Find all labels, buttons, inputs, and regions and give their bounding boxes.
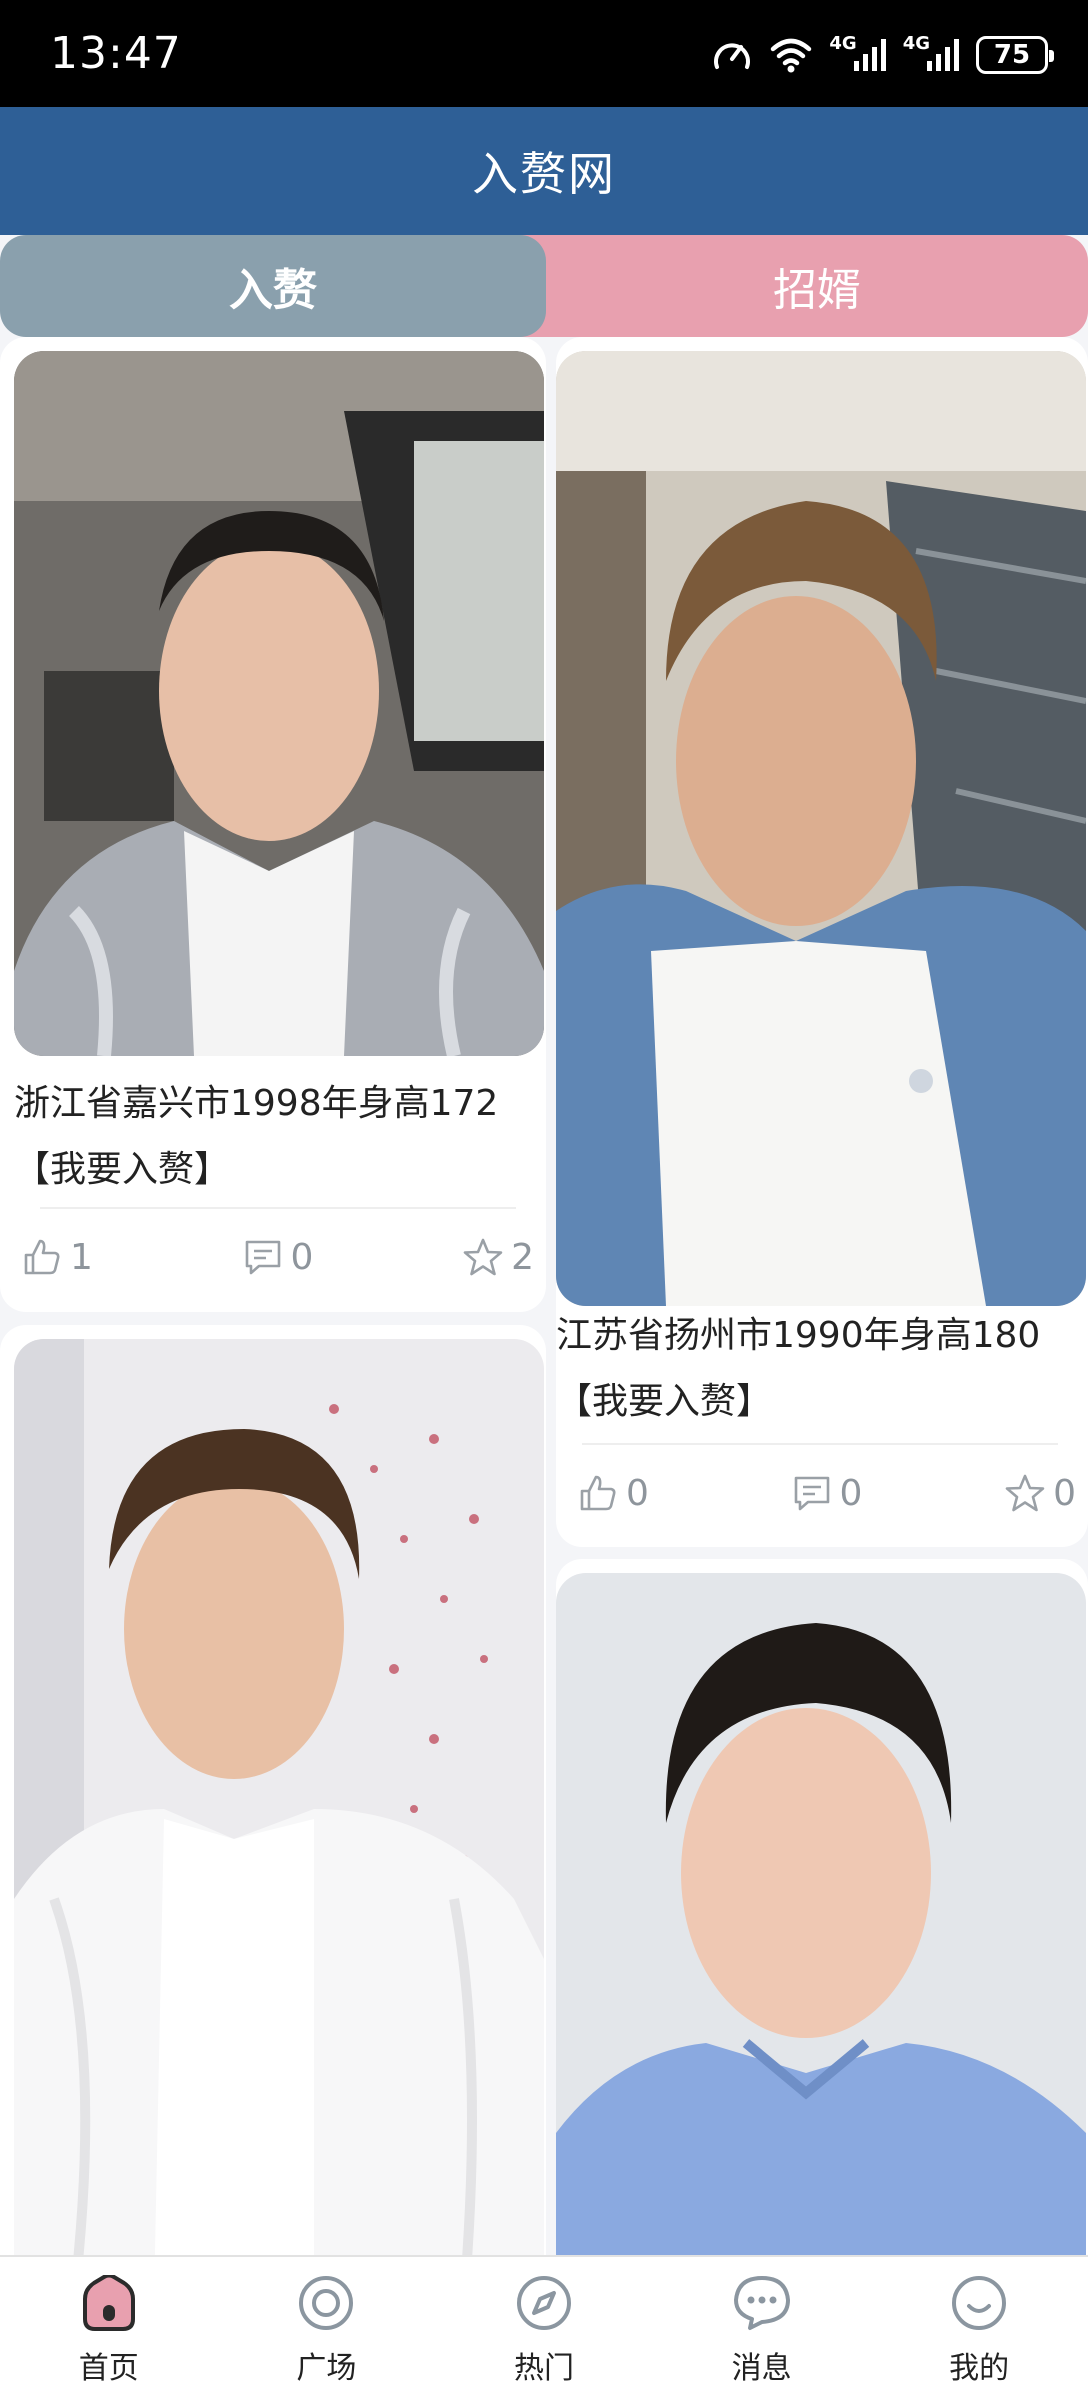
comment-count: 0 xyxy=(290,1236,314,1278)
profile-icon xyxy=(947,2271,1011,2335)
thumbs-up-icon xyxy=(580,1475,616,1511)
post-card[interactable]: 浙江省嘉兴市1998年身高172 【我要入赘】 1 0 2 xyxy=(0,337,546,1312)
favorite-button[interactable]: 0 xyxy=(1005,1473,1076,1514)
nav-label: 我的 xyxy=(949,2351,1010,2386)
nav-hot[interactable]: 热门 xyxy=(435,2257,653,2400)
post-photo[interactable] xyxy=(14,1339,544,2255)
nav-label: 广场 xyxy=(296,2351,357,2386)
like-count: 1 xyxy=(70,1236,93,1278)
post-feed[interactable]: 浙江省嘉兴市1998年身高172 【我要入赘】 1 0 2 江苏省扬州市1990… xyxy=(0,337,1088,2255)
comment-button[interactable]: 0 xyxy=(792,1472,863,1514)
status-time: 13:47 xyxy=(50,28,182,79)
square-icon xyxy=(294,2271,358,2335)
favorite-button[interactable]: 2 xyxy=(463,1237,534,1278)
post-photo[interactable] xyxy=(14,351,544,1056)
comment-icon xyxy=(794,1476,829,1511)
nav-label: 首页 xyxy=(78,2351,139,2386)
nav-square[interactable]: 广场 xyxy=(218,2257,436,2400)
post-tag: 【我要入赘】 xyxy=(556,1381,773,1422)
tab-ruzhui[interactable]: 入赘 xyxy=(0,235,546,337)
favorite-count: 0 xyxy=(1053,1472,1076,1514)
signal-2-icon: 4G xyxy=(903,30,960,80)
data-speed-icon xyxy=(711,30,753,80)
nav-profile[interactable]: 我的 xyxy=(870,2257,1088,2400)
status-bar: 13:47 4G 4G 75 xyxy=(0,0,1088,107)
comment-icon xyxy=(245,1240,280,1275)
like-count: 0 xyxy=(626,1472,649,1514)
card-divider xyxy=(582,1443,1058,1445)
nav-home[interactable]: 首页 xyxy=(0,2257,218,2400)
home-icon xyxy=(77,2271,141,2335)
favorite-count: 2 xyxy=(511,1236,534,1278)
post-photo[interactable] xyxy=(556,1573,1086,2255)
app-header: 入赘网 xyxy=(0,107,1088,235)
post-card[interactable]: 江苏省扬州市1990年身高180 【我要入赘】 0 0 0 xyxy=(556,337,1088,1547)
nav-label: 热门 xyxy=(513,2351,574,2386)
page-title: 入赘网 xyxy=(472,147,616,201)
post-card[interactable] xyxy=(556,1559,1088,2255)
message-icon xyxy=(730,2271,794,2335)
like-button[interactable]: 1 xyxy=(22,1237,93,1278)
star-icon xyxy=(463,1238,503,1276)
signal-1-icon: 4G xyxy=(829,30,886,80)
nav-messages[interactable]: 消息 xyxy=(653,2257,871,2400)
post-title-text: 江苏省扬州市1990年身高180 xyxy=(556,1315,1041,1356)
like-button[interactable]: 0 xyxy=(578,1473,649,1514)
post-title: 浙江省嘉兴市1998年身高172 【我要入赘】 xyxy=(14,1071,540,1203)
star-icon xyxy=(1005,1474,1045,1512)
battery-icon: 75 xyxy=(976,36,1054,74)
wifi-icon xyxy=(769,30,813,80)
post-stats: 0 0 0 xyxy=(578,1463,1076,1523)
category-tabs: 招婿 入赘 xyxy=(0,235,1088,337)
post-title-text: 浙江省嘉兴市1998年身高172 xyxy=(14,1083,499,1124)
post-photo[interactable] xyxy=(556,351,1086,1306)
tab-zhaoxu[interactable]: 招婿 xyxy=(520,235,1088,337)
post-card[interactable] xyxy=(0,1325,546,2255)
nav-label: 消息 xyxy=(731,2351,792,2386)
post-tag: 【我要入赘】 xyxy=(14,1149,231,1190)
comment-button[interactable]: 0 xyxy=(243,1236,314,1278)
comment-count: 0 xyxy=(839,1472,863,1514)
compass-icon xyxy=(512,2271,576,2335)
card-divider xyxy=(40,1207,516,1209)
post-stats: 1 0 2 xyxy=(22,1227,534,1287)
bottom-nav: 首页 广场 热门 消息 我的 xyxy=(0,2255,1088,2400)
status-icons: 4G 4G 75 xyxy=(711,30,1054,80)
thumbs-up-icon xyxy=(24,1239,60,1275)
post-title: 江苏省扬州市1990年身高180 【我要入赘】 xyxy=(556,1303,1082,1435)
